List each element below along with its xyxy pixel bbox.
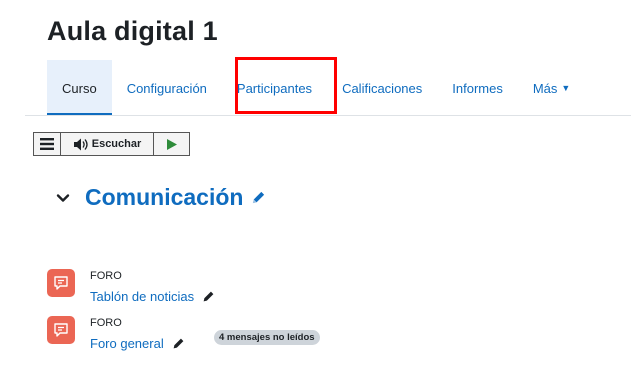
section-header: Comunicación bbox=[56, 184, 266, 211]
pencil-icon[interactable] bbox=[172, 337, 185, 350]
chevron-down-icon: ▼ bbox=[561, 83, 571, 93]
tab-configuracion[interactable]: Configuración bbox=[112, 60, 222, 116]
forum-icon bbox=[47, 316, 75, 344]
listen-label: Escuchar bbox=[91, 138, 142, 150]
tab-label: Configuración bbox=[126, 80, 207, 96]
activity-type: FORO bbox=[90, 317, 122, 329]
tab-mas[interactable]: Más ▼ bbox=[518, 60, 585, 116]
pencil-icon[interactable] bbox=[251, 190, 266, 205]
chevron-down-icon[interactable] bbox=[56, 191, 70, 205]
tab-informes[interactable]: Informes bbox=[437, 60, 518, 116]
tts-menu-button[interactable] bbox=[34, 133, 61, 155]
tab-calificaciones[interactable]: Calificaciones bbox=[327, 60, 437, 116]
forum-icon bbox=[47, 269, 75, 297]
pencil-icon[interactable] bbox=[202, 290, 215, 303]
activity-link[interactable]: Foro general bbox=[90, 336, 164, 351]
speaker-icon bbox=[73, 138, 88, 150]
play-button[interactable] bbox=[154, 133, 189, 155]
tab-curso[interactable]: Curso bbox=[47, 60, 112, 116]
highlight-annotation bbox=[235, 57, 337, 114]
text-to-speech-toolbar: Escuchar bbox=[33, 132, 190, 156]
page-title: Aula digital 1 bbox=[47, 16, 218, 46]
tab-label: Informes bbox=[452, 80, 503, 96]
tab-label: Calificaciones bbox=[342, 80, 423, 96]
unread-badge: 4 mensajes no leídos bbox=[214, 330, 320, 345]
activity-link[interactable]: Tablón de noticias bbox=[90, 289, 194, 304]
listen-button[interactable]: Escuchar bbox=[61, 133, 154, 155]
nav-divider bbox=[25, 115, 631, 116]
activity-type: FORO bbox=[90, 270, 122, 282]
activity-item: FORO Tablón de noticias bbox=[47, 269, 215, 304]
play-icon bbox=[166, 138, 177, 150]
hamburger-icon bbox=[40, 138, 54, 150]
tab-label: Más bbox=[532, 80, 558, 96]
section-title[interactable]: Comunicación bbox=[85, 184, 243, 211]
tab-label: Curso bbox=[62, 80, 97, 96]
activity-item: FORO Foro general bbox=[47, 316, 185, 351]
